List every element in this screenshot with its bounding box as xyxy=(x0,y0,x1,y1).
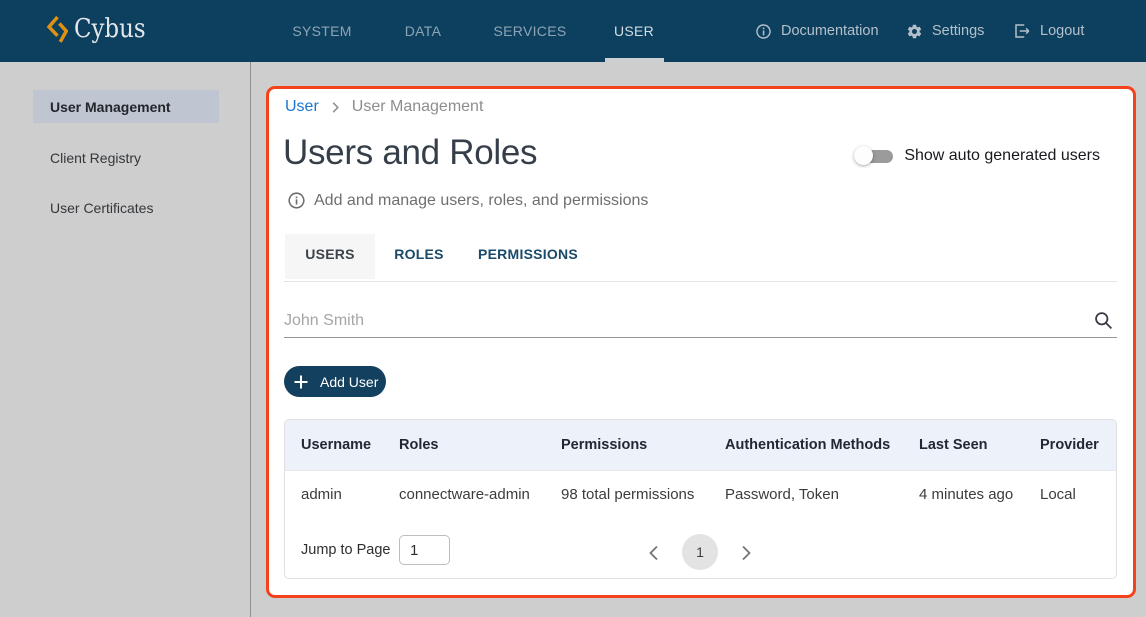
cybus-logo-icon xyxy=(47,15,68,44)
cell-roles: connectware-admin xyxy=(383,470,545,519)
info-icon xyxy=(755,23,772,40)
tabs-underline xyxy=(284,281,1117,282)
nav-tab-data[interactable]: DATA xyxy=(405,0,441,62)
users-table: Username Roles Permissions Authenticatio… xyxy=(285,420,1117,519)
cell-auth-methods: Password, Token xyxy=(709,470,903,519)
page-subtitle-row: Add and manage users, roles, and permiss… xyxy=(287,191,648,210)
info-icon xyxy=(287,191,306,210)
search-input[interactable] xyxy=(284,308,1074,334)
jump-to-page-label: Jump to Page xyxy=(301,542,390,558)
gear-icon xyxy=(906,23,923,40)
col-roles: Roles xyxy=(383,420,545,470)
breadcrumb-current: User Management xyxy=(352,98,484,116)
main-panel: User User Management Users and Roles Sho… xyxy=(266,86,1136,598)
col-username: Username xyxy=(285,420,383,470)
auto-generated-users-switch[interactable] xyxy=(852,142,900,170)
page-subtitle: Add and manage users, roles, and permiss… xyxy=(314,192,648,210)
documentation-label: Documentation xyxy=(781,23,879,39)
col-permissions: Permissions xyxy=(545,420,709,470)
chevron-right-icon xyxy=(332,102,339,113)
add-user-label: Add User xyxy=(320,374,378,390)
table-row[interactable]: admin connectware-admin 98 total permiss… xyxy=(285,470,1117,519)
active-tab-indicator xyxy=(605,58,664,62)
settings-label: Settings xyxy=(932,23,984,39)
tab-roles[interactable]: ROLES xyxy=(375,234,463,279)
left-sidebar: User Management Client Registry User Cer… xyxy=(0,62,251,617)
logout-label: Logout xyxy=(1040,23,1084,39)
top-navbar: Cybus SYSTEM DATA SERVICES USER Document… xyxy=(0,0,1146,62)
content-tabs: USERS ROLES PERMISSIONS xyxy=(285,234,593,279)
nav-tab-system[interactable]: SYSTEM xyxy=(292,0,351,62)
documentation-button[interactable]: Documentation xyxy=(755,0,879,62)
col-provider: Provider xyxy=(1024,420,1117,470)
chevron-left-icon xyxy=(648,545,659,561)
page-title: Users and Roles xyxy=(283,133,537,173)
logout-button[interactable]: Logout xyxy=(1013,0,1084,62)
col-auth-methods: Authentication Methods xyxy=(709,420,903,470)
nav-tab-user[interactable]: USER xyxy=(614,0,654,62)
brand-name: Cybus xyxy=(74,14,146,44)
search-icon[interactable] xyxy=(1093,310,1114,331)
auto-generated-users-toggle-row: Show auto generated users xyxy=(852,142,1100,170)
cell-username: admin xyxy=(285,470,383,519)
settings-button[interactable]: Settings xyxy=(906,0,984,62)
add-user-button[interactable]: Add User xyxy=(284,366,386,397)
search-field xyxy=(284,308,1117,338)
cell-last-seen: 4 minutes ago xyxy=(903,470,1024,519)
col-last-seen: Last Seen xyxy=(903,420,1024,470)
nav-tab-services[interactable]: SERVICES xyxy=(494,0,567,62)
pagination-bar: Jump to Page 1 xyxy=(285,520,1116,579)
brand-logo[interactable]: Cybus xyxy=(47,14,155,44)
breadcrumb-link-user[interactable]: User xyxy=(285,98,319,116)
sidebar-item-user-certificates[interactable]: User Certificates xyxy=(33,191,219,224)
toggle-label: Show auto generated users xyxy=(904,147,1100,165)
breadcrumb: User User Management xyxy=(285,98,483,116)
cell-provider: Local xyxy=(1024,470,1117,519)
sidebar-item-client-registry[interactable]: Client Registry xyxy=(33,141,219,174)
tab-users[interactable]: USERS xyxy=(285,234,375,279)
plus-icon xyxy=(294,375,308,389)
page-1-button[interactable]: 1 xyxy=(682,534,718,570)
logout-icon xyxy=(1013,22,1031,40)
next-page-button[interactable] xyxy=(734,541,758,565)
jump-to-page-input[interactable] xyxy=(399,535,450,565)
sidebar-item-user-management[interactable]: User Management xyxy=(33,90,219,123)
table-header-row: Username Roles Permissions Authenticatio… xyxy=(285,420,1117,470)
previous-page-button[interactable] xyxy=(641,541,665,565)
users-table-container: Username Roles Permissions Authenticatio… xyxy=(284,419,1117,579)
cell-permissions: 98 total permissions xyxy=(545,470,709,519)
chevron-right-icon xyxy=(741,545,752,561)
tab-permissions[interactable]: PERMISSIONS xyxy=(463,234,593,279)
